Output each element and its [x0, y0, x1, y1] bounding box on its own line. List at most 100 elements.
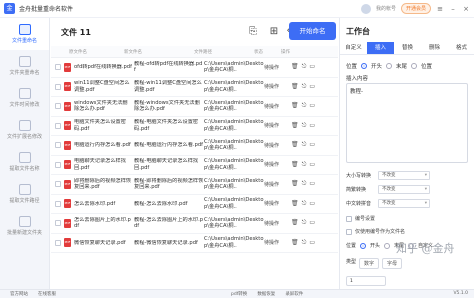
sidebar-item-extract-path[interactable]: 提取文件路径	[0, 178, 49, 210]
only-number-setting[interactable]: 仅使用编号作为文件名	[346, 228, 405, 235]
pinyin-select[interactable]: 不改变	[378, 199, 430, 208]
delete-icon[interactable]: 🗑	[291, 219, 299, 227]
footer-website[interactable]: 官方网站	[10, 291, 28, 297]
table-row[interactable]: PDF win11调整C盘空间怎么调整.pdf 教程-win11调整C盘空间怎么调整…	[51, 78, 338, 97]
sidebar-item-time-modify[interactable]: 文件时间修改	[0, 82, 49, 114]
minimize-icon[interactable]: –	[449, 5, 457, 13]
open-folder-icon[interactable]: ▭	[309, 161, 315, 169]
row-checkbox[interactable]	[55, 142, 61, 149]
tab-insert[interactable]: 插入	[367, 42, 394, 54]
case-select[interactable]: 不改变	[378, 171, 430, 180]
radio-end[interactable]	[386, 63, 393, 69]
open-file-icon[interactable]: ⎋	[302, 200, 307, 208]
row-status: 待操作	[264, 142, 280, 149]
delete-icon[interactable]: 🗑	[291, 239, 299, 247]
radio-position[interactable]	[411, 63, 418, 69]
table-row[interactable]: PDF 微信恢复聊天记录.pdf 教程-微信恢复聊天记录.pdf C:\Users\a…	[51, 234, 338, 253]
open-folder-icon[interactable]: ▭	[309, 122, 315, 130]
open-file-icon[interactable]: ⎋	[302, 180, 307, 188]
table-row[interactable]: PDF 电脑文件夹怎么设置密码.pdf 教程-电脑文件夹怎么设置密码.pdf C:\U…	[51, 117, 338, 136]
delete-icon[interactable]: 🗑	[291, 180, 299, 188]
add-file-icon[interactable]: ⎘	[247, 25, 259, 38]
footer-pdf[interactable]: pdf转换	[231, 291, 247, 297]
table-row[interactable]: PDF 电脑运行内存怎么看.pdf 教程-电脑运行内存怎么看.pdf C:\Users…	[51, 136, 338, 156]
original-name: 电脑聊天记录怎么样找回.pdf	[74, 158, 126, 171]
file-path: C:\Users\admin\Desktop\金舟CA\桐..	[204, 177, 264, 191]
delete-icon[interactable]: 🗑	[291, 200, 299, 208]
tab-replace[interactable]: 替换	[394, 42, 421, 54]
open-folder-icon[interactable]: ▭	[309, 219, 315, 227]
open-folder-icon[interactable]: ▭	[309, 141, 315, 149]
open-file-icon[interactable]: ⎋	[302, 141, 307, 149]
tab-custom[interactable]: 自定义	[340, 42, 367, 54]
row-checkbox[interactable]	[55, 239, 61, 246]
vip-button[interactable]: 开通会员	[400, 3, 431, 14]
row-status: 待操作	[264, 220, 280, 227]
number-checkbox[interactable]	[346, 215, 352, 222]
row-checkbox[interactable]	[55, 122, 61, 129]
open-file-icon[interactable]: ⎋	[302, 219, 307, 227]
radio-start[interactable]	[361, 63, 368, 69]
sidebar-item-folder-rename[interactable]: 文件夹重命名	[0, 50, 49, 82]
open-folder-icon[interactable]: ▭	[309, 180, 315, 188]
open-file-icon[interactable]: ⎋	[302, 102, 307, 110]
row-checkbox[interactable]	[55, 64, 61, 71]
account-label[interactable]: 我的帐号	[376, 5, 396, 12]
table-row[interactable]: PDF ofd转pdf在线转换器.pdf 教程-ofd转pdf在线转换器.pdf C:…	[51, 58, 338, 78]
open-folder-icon[interactable]: ▭	[309, 83, 315, 91]
only-number-checkbox[interactable]	[346, 228, 352, 235]
sidebar-item-extract-name[interactable]: 提取文件名称	[0, 146, 49, 178]
open-folder-icon[interactable]: ▭	[309, 63, 315, 71]
file-path: C:\Users\admin\Desktop\金舟CA\桐..	[204, 216, 264, 230]
row-checkbox[interactable]	[55, 181, 61, 188]
start-number-input[interactable]: 1	[346, 276, 386, 286]
type-letter[interactable]: 字母	[382, 258, 403, 269]
tab-format[interactable]: 格式	[448, 42, 474, 54]
folder-icon	[18, 56, 31, 67]
start-rename-button[interactable]: 开始命名	[289, 22, 336, 40]
table-row[interactable]: PDF 怎么去除图片上的水印.pdf 教程-怎么去除图片上的水印.pdf C:\Use…	[51, 214, 338, 234]
open-file-icon[interactable]: ⎋	[302, 161, 307, 169]
menu-icon[interactable]: ≡	[436, 5, 444, 13]
open-file-icon[interactable]: ⎋	[302, 83, 307, 91]
open-file-icon[interactable]: ⎋	[302, 122, 307, 130]
row-checkbox[interactable]	[55, 200, 61, 207]
row-checkbox[interactable]	[55, 83, 61, 90]
delete-icon[interactable]: 🗑	[291, 83, 299, 91]
footer-screen[interactable]: 录屏软件	[285, 291, 303, 297]
open-file-icon[interactable]: ⎋	[302, 239, 307, 247]
row-checkbox[interactable]	[55, 161, 61, 168]
table-row[interactable]: PDF windows文件夹无法删除怎么办.pdf 教程-windows文件夹无法删…	[51, 97, 338, 117]
footer-data[interactable]: 数据恢复	[257, 291, 275, 297]
delete-icon[interactable]: 🗑	[291, 63, 299, 71]
type-number[interactable]: 数字	[359, 258, 380, 269]
open-folder-icon[interactable]: ▭	[309, 239, 315, 247]
file-path: C:\Users\admin\Desktop\金舟CA\桐..	[204, 119, 264, 132]
table-row[interactable]: PDF 即将删除后的视频怎样恢复回来.pdf 教程-即将删除后的视频怎样恢复回来.p…	[51, 175, 338, 195]
table-row[interactable]: PDF 电脑聊天记录怎么样找回.pdf 教程-电脑聊天记录怎么样找回.pdf C:\U…	[51, 156, 338, 175]
tab-delete[interactable]: 删除	[421, 42, 448, 54]
row-checkbox[interactable]	[55, 220, 61, 227]
insert-textarea[interactable]: 教程-	[346, 83, 468, 163]
footer-service[interactable]: 在线客服	[38, 291, 56, 297]
row-checkbox[interactable]	[55, 103, 61, 110]
number-setting[interactable]: 编号设置	[346, 215, 375, 222]
close-icon[interactable]: ×	[462, 5, 470, 13]
sidebar-item-new-folder[interactable]: 批量新建文件夹	[0, 210, 49, 242]
sidebar-item-file-rename[interactable]: 文件重命名	[0, 18, 49, 50]
delete-icon[interactable]: 🗑	[291, 122, 299, 130]
sidebar-item-extension[interactable]: 文件扩展名修改	[0, 114, 49, 146]
delete-icon[interactable]: 🗑	[291, 102, 299, 110]
number-radio-start[interactable]	[360, 242, 367, 249]
open-folder-icon[interactable]: ▭	[309, 200, 315, 208]
open-file-icon[interactable]: ⎋	[302, 63, 307, 71]
convert-select[interactable]: 不改变	[378, 185, 430, 194]
table-row[interactable]: PDF 怎么去除水印.pdf 教程-怎么去除水印.pdf C:\Users\admin…	[51, 195, 338, 214]
number-position-label: 位置	[346, 243, 357, 249]
delete-icon[interactable]: 🗑	[291, 161, 299, 169]
add-folder-icon[interactable]: ⊞	[268, 25, 280, 38]
number-radio-end[interactable]	[384, 242, 391, 249]
open-folder-icon[interactable]: ▭	[309, 102, 315, 110]
avatar[interactable]	[360, 3, 371, 14]
delete-icon[interactable]: 🗑	[291, 141, 299, 149]
